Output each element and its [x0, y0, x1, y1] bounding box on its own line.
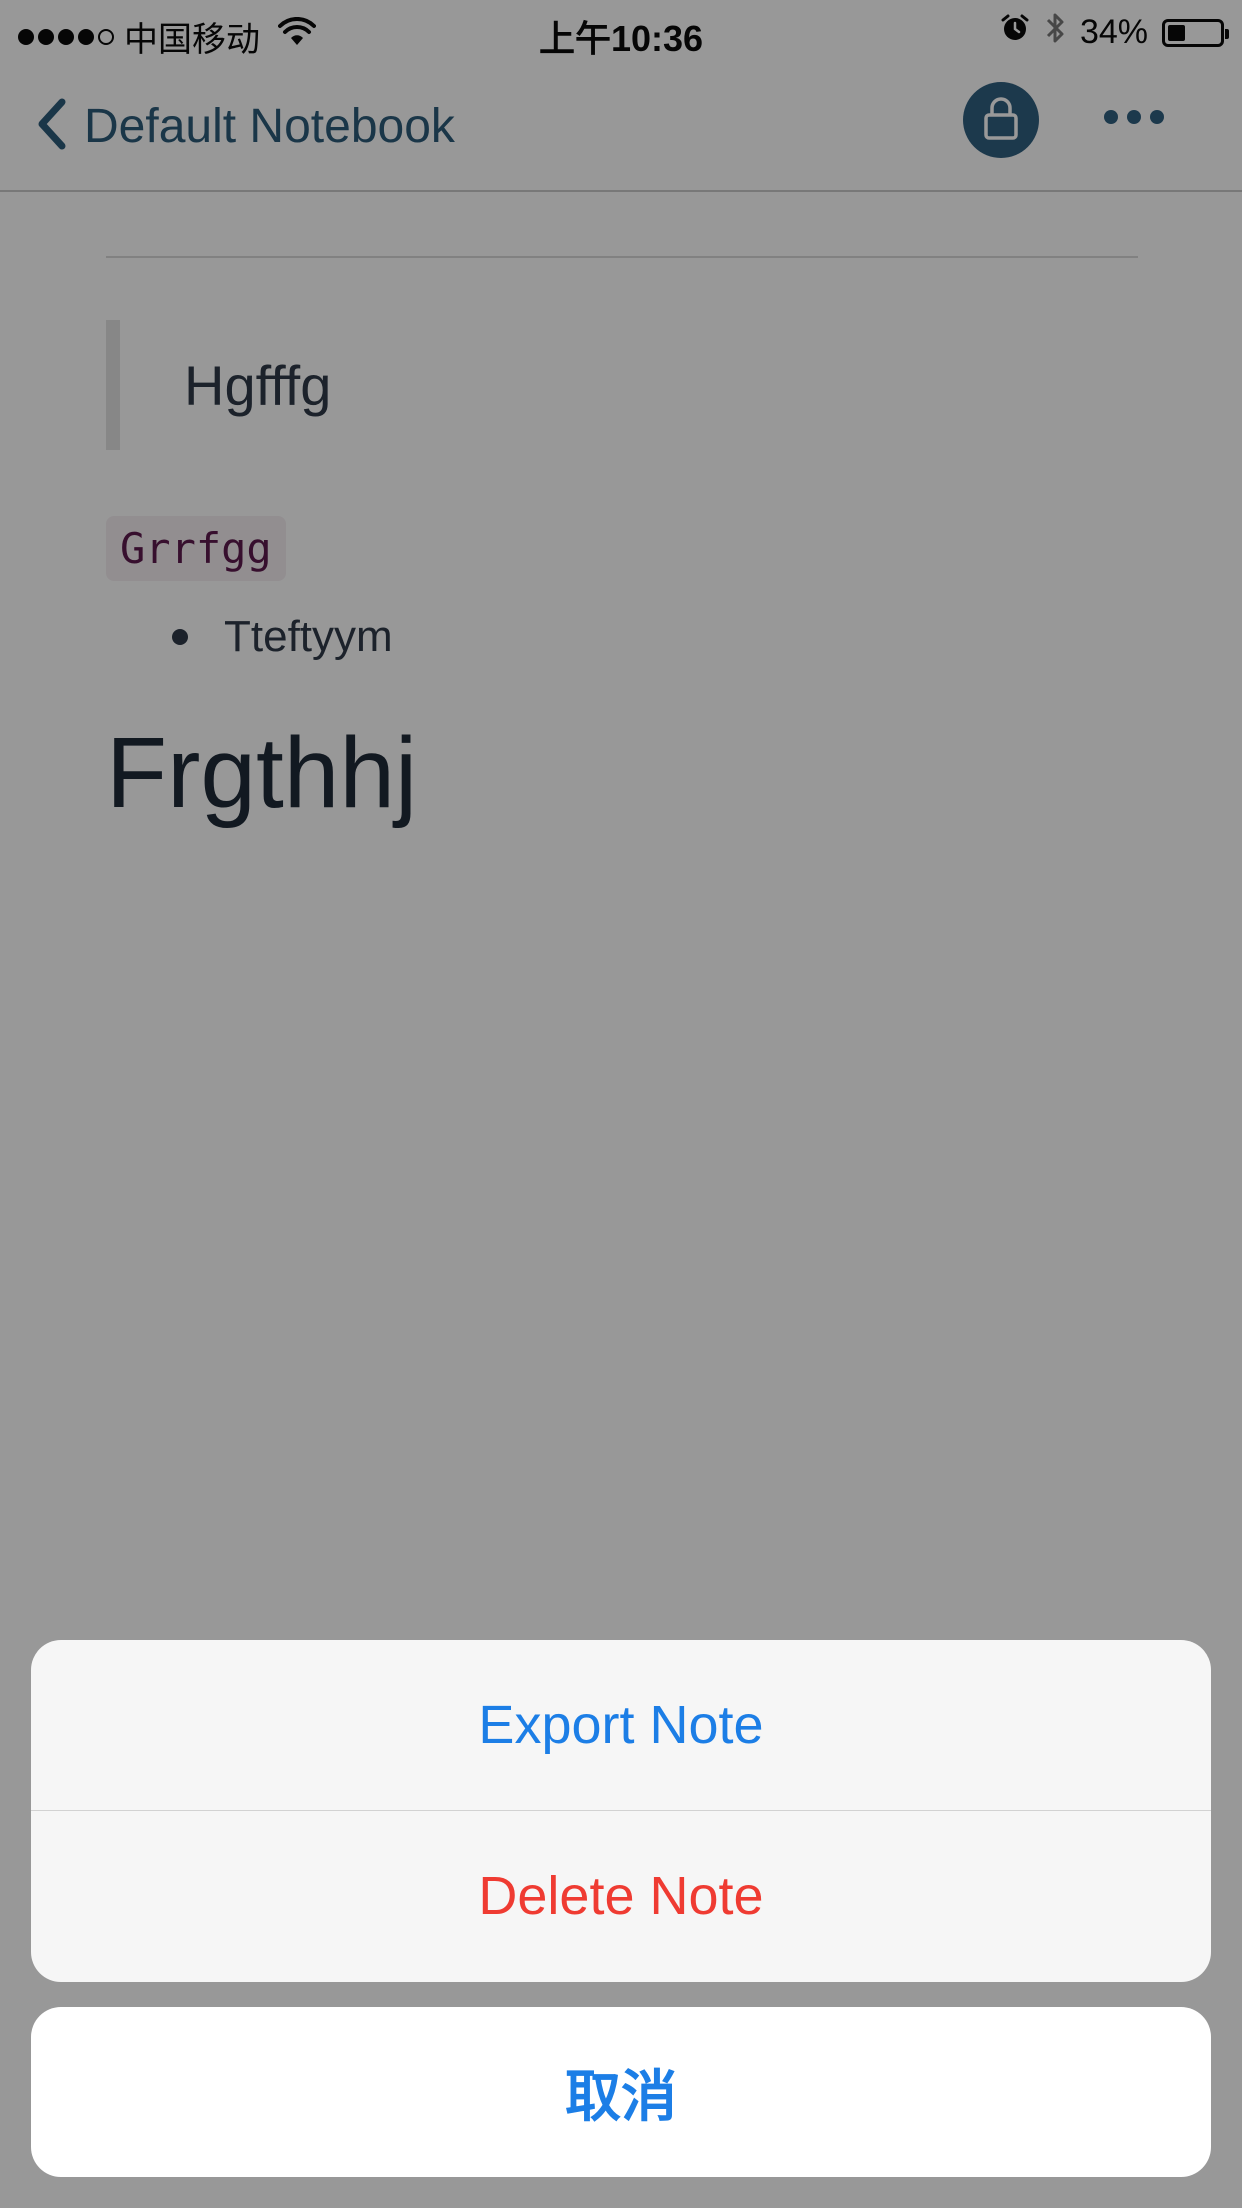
- cancel-button[interactable]: 取消: [31, 2007, 1211, 2177]
- delete-note-button[interactable]: Delete Note: [31, 1811, 1211, 1981]
- export-note-button[interactable]: Export Note: [31, 1640, 1211, 1810]
- action-sheet: Export Note Delete Note: [31, 1640, 1211, 1982]
